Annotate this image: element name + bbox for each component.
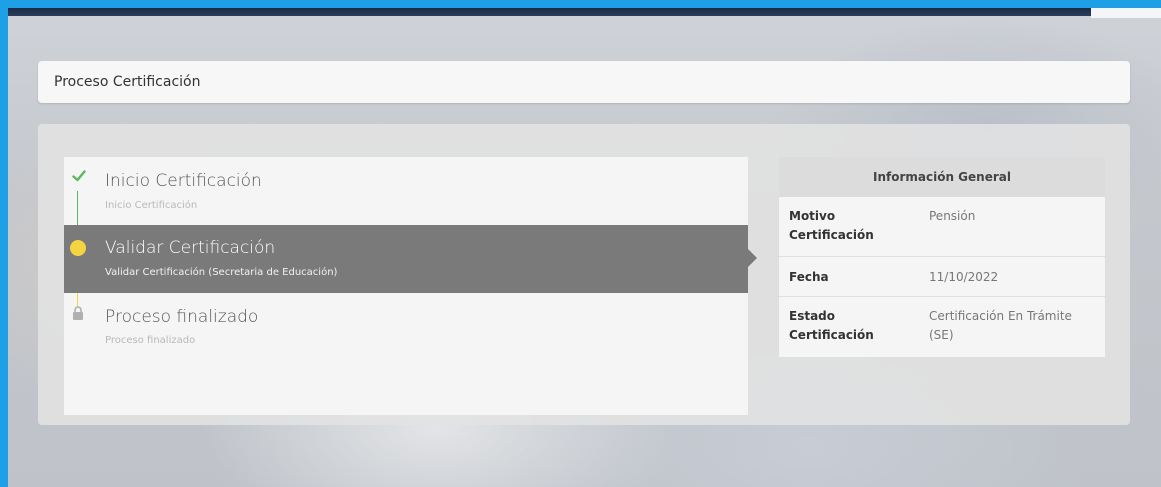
app-viewport: Proceso Certificación Inicio Certificaci…: [8, 8, 1161, 487]
info-row-motivo: Motivo Certificación Pensión: [779, 197, 1105, 257]
current-step-dot-icon: [70, 240, 86, 256]
top-navbar: [8, 8, 1161, 16]
lock-icon: [73, 306, 83, 320]
info-label: Estado Certificación: [789, 309, 874, 342]
step-subtitle: Inicio Certificación: [105, 200, 198, 211]
info-header: Información General: [779, 157, 1105, 197]
page-title: Proceso Certificación: [54, 74, 201, 90]
steps-timeline: Inicio Certificación Inicio Certificació…: [64, 157, 757, 415]
info-value: Certificación En Trámite (SE): [929, 309, 1072, 342]
active-step-pointer: [748, 249, 757, 267]
check-icon: [72, 170, 86, 182]
general-info-card: Información General Motivo Certificación…: [779, 157, 1105, 357]
top-right-corner: [1091, 8, 1161, 18]
step-title: Inicio Certificación: [105, 171, 262, 191]
info-value: Pensión: [929, 209, 976, 223]
step-inicio-certificacion[interactable]: Inicio Certificación Inicio Certificació…: [64, 157, 748, 225]
process-panel: Inicio Certificación Inicio Certificació…: [38, 124, 1130, 425]
step-subtitle: Validar Certificación (Secretaria de Edu…: [105, 267, 338, 278]
step-proceso-finalizado[interactable]: Proceso finalizado Proceso finalizado: [64, 293, 748, 353]
screenshot-frame: Proceso Certificación Inicio Certificaci…: [0, 0, 1161, 487]
step-title: Validar Certificación: [105, 238, 276, 258]
info-value: 11/10/2022: [929, 270, 999, 284]
info-row-estado: Estado Certificación Certificación En Tr…: [779, 297, 1105, 357]
info-row-fecha: Fecha 11/10/2022: [779, 257, 1105, 297]
step-validar-certificacion[interactable]: Validar Certificación Validar Certificac…: [64, 225, 757, 293]
page-title-card: Proceso Certificación: [38, 61, 1130, 103]
info-label: Fecha: [789, 270, 829, 284]
step-title: Proceso finalizado: [105, 307, 259, 327]
step-subtitle: Proceso finalizado: [105, 335, 196, 346]
info-label: Motivo Certificación: [789, 209, 874, 242]
